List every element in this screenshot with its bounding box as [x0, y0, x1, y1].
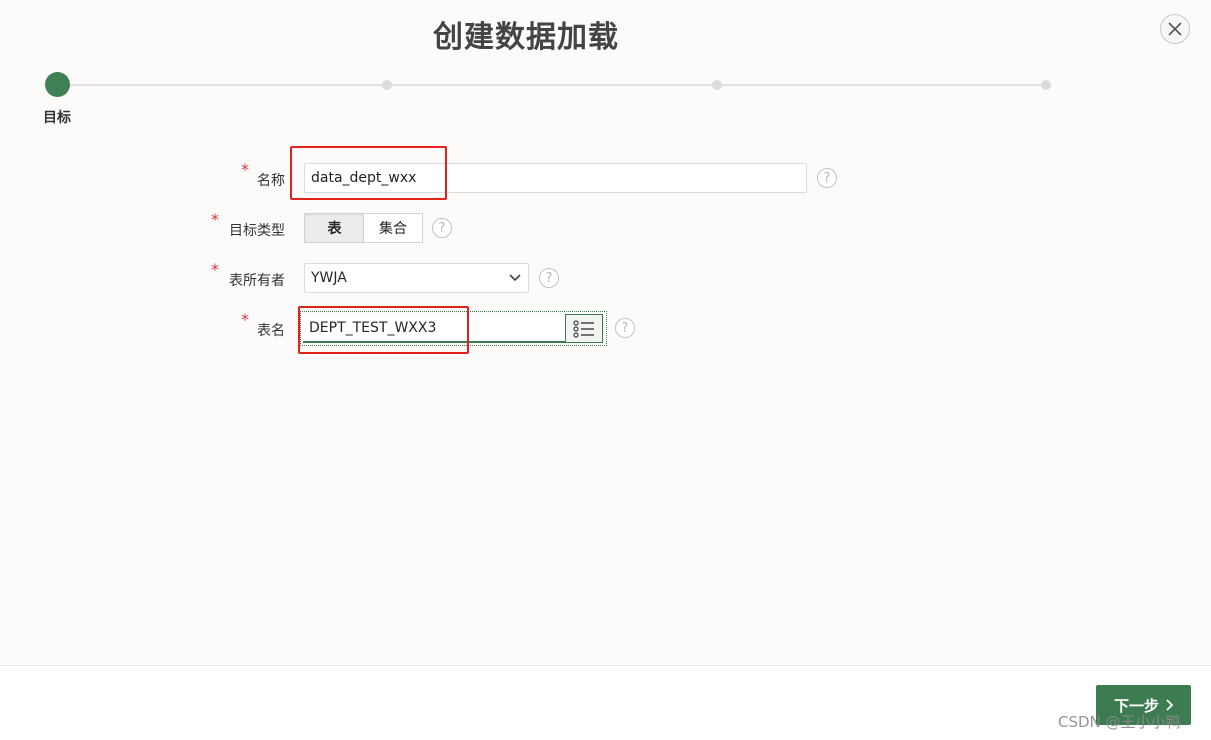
help-icon[interactable]: ?: [817, 168, 837, 188]
table-name-label: 表名: [257, 323, 285, 339]
target-type-label: 目标类型: [229, 223, 285, 239]
table-owner-label: 表所有者: [229, 273, 285, 289]
watermark: CSDN @王小小鸭: [1058, 713, 1181, 731]
table-owner-value: YWJA: [311, 270, 347, 286]
target-type-table-option[interactable]: 表: [304, 213, 364, 243]
list-of-values-button[interactable]: [565, 314, 603, 343]
close-button[interactable]: [1160, 14, 1190, 44]
chevron-down-icon: [509, 274, 521, 282]
annotation-highlight-table-name: [298, 306, 469, 354]
wizard-progress-track: [57, 84, 1045, 86]
chevron-right-icon: [1166, 699, 1173, 711]
target-type-collection-option[interactable]: 集合: [363, 213, 423, 243]
close-icon: [1168, 22, 1182, 36]
dialog-footer: [0, 665, 1211, 740]
table-owner-select[interactable]: YWJA: [304, 263, 529, 293]
annotation-highlight-name: [290, 146, 447, 200]
name-label: 名称: [257, 173, 285, 189]
help-icon[interactable]: ?: [615, 318, 635, 338]
dialog-title: 创建数据加载: [433, 20, 619, 55]
wizard-step-2: [382, 80, 392, 90]
wizard-step-3: [712, 80, 722, 90]
wizard-step-1-active: [45, 72, 70, 97]
list-icon: [573, 319, 594, 338]
help-icon[interactable]: ?: [432, 218, 452, 238]
help-icon[interactable]: ?: [539, 268, 559, 288]
wizard-step-4: [1041, 80, 1051, 90]
wizard-step-label: 目标: [43, 110, 71, 126]
